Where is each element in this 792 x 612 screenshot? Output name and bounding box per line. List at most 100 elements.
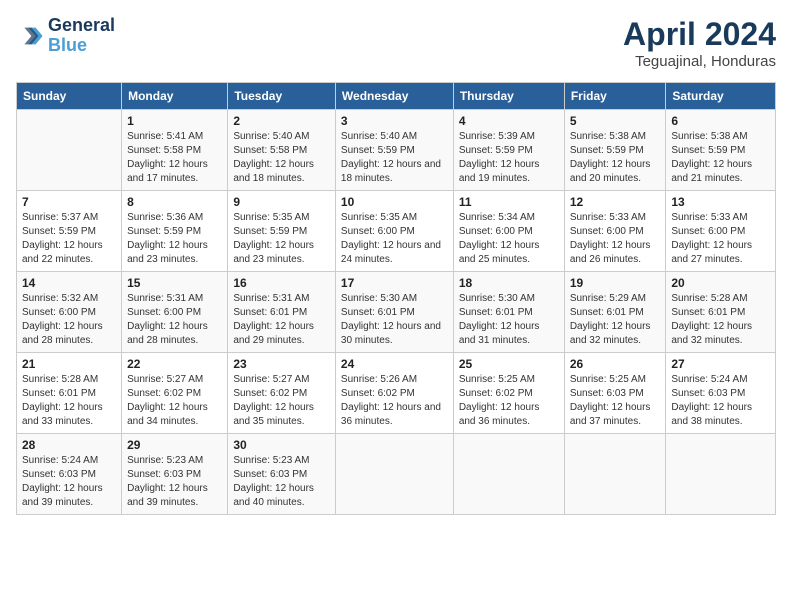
day-info: Sunrise: 5:23 AM Sunset: 6:03 PM Dayligh… [233, 454, 330, 510]
title-area: April 2024 Teguajinal, Honduras [623, 16, 776, 70]
calendar-cell: 14 Sunrise: 5:32 AM Sunset: 6:00 PM Dayli… [17, 272, 122, 353]
day-number: 15 [127, 276, 222, 290]
location-subtitle: Teguajinal, Honduras [623, 53, 776, 70]
weekday-header-wednesday: Wednesday [335, 83, 453, 110]
calendar-cell: 17 Sunrise: 5:30 AM Sunset: 6:01 PM Dayli… [335, 272, 453, 353]
day-info: Sunrise: 5:25 AM Sunset: 6:02 PM Dayligh… [459, 373, 559, 429]
day-info: Sunrise: 5:26 AM Sunset: 6:02 PM Dayligh… [341, 373, 448, 429]
day-info: Sunrise: 5:24 AM Sunset: 6:03 PM Dayligh… [22, 454, 116, 510]
logo-icon [16, 22, 44, 50]
calendar-cell: 19Sunrise: 5:29 AM Sunset: 6:01 PM Dayli… [564, 272, 666, 353]
day-number: 6 [671, 114, 770, 128]
calendar-cell [335, 434, 453, 515]
day-number: 16 [233, 276, 330, 290]
day-info: Sunrise: 5:27 AM Sunset: 6:02 PM Dayligh… [127, 373, 222, 429]
calendar-cell: 7 Sunrise: 5:37 AM Sunset: 5:59 PM Daylig… [17, 191, 122, 272]
calendar-cell: 9Sunrise: 5:35 AM Sunset: 5:59 PM Daylig… [228, 191, 336, 272]
day-number: 17 [341, 276, 448, 290]
weekday-header-monday: Monday [122, 83, 228, 110]
weekday-header-thursday: Thursday [453, 83, 564, 110]
calendar-cell: 22 Sunrise: 5:27 AM Sunset: 6:02 PM Dayli… [122, 353, 228, 434]
day-number: 10 [341, 195, 448, 209]
day-info: Sunrise: 5:39 AM Sunset: 5:59 PM Dayligh… [459, 130, 559, 186]
day-number: 8 [127, 195, 222, 209]
calendar-cell [666, 434, 776, 515]
day-number: 22 [127, 357, 222, 371]
day-number: 1 [127, 114, 222, 128]
calendar-cell: 8 Sunrise: 5:36 AM Sunset: 5:59 PM Daylig… [122, 191, 228, 272]
day-info: Sunrise: 5:33 AM Sunset: 6:00 PM Dayligh… [570, 211, 661, 267]
week-row-2: 7 Sunrise: 5:37 AM Sunset: 5:59 PM Daylig… [17, 191, 776, 272]
week-row-1: 1Sunrise: 5:41 AM Sunset: 5:58 PM Daylig… [17, 110, 776, 191]
day-number: 14 [22, 276, 116, 290]
day-number: 5 [570, 114, 661, 128]
calendar-table: SundayMondayTuesdayWednesdayThursdayFrid… [16, 82, 776, 515]
day-number: 9 [233, 195, 330, 209]
calendar-cell: 20Sunrise: 5:28 AM Sunset: 6:01 PM Dayli… [666, 272, 776, 353]
day-info: Sunrise: 5:23 AM Sunset: 6:03 PM Dayligh… [127, 454, 222, 510]
calendar-cell: 12 Sunrise: 5:33 AM Sunset: 6:00 PM Dayli… [564, 191, 666, 272]
day-info: Sunrise: 5:30 AM Sunset: 6:01 PM Dayligh… [459, 292, 559, 348]
day-info: Sunrise: 5:28 AM Sunset: 6:01 PM Dayligh… [22, 373, 116, 429]
day-info: Sunrise: 5:32 AM Sunset: 6:00 PM Dayligh… [22, 292, 116, 348]
day-number: 24 [341, 357, 448, 371]
calendar-cell: 25 Sunrise: 5:25 AM Sunset: 6:02 PM Dayli… [453, 353, 564, 434]
day-number: 30 [233, 438, 330, 452]
day-number: 27 [671, 357, 770, 371]
day-number: 2 [233, 114, 330, 128]
weekday-header-tuesday: Tuesday [228, 83, 336, 110]
weekday-header-friday: Friday [564, 83, 666, 110]
page-header: General Blue April 2024 Teguajinal, Hond… [16, 16, 776, 70]
day-info: Sunrise: 5:40 AM Sunset: 5:58 PM Dayligh… [233, 130, 330, 186]
day-info: Sunrise: 5:38 AM Sunset: 5:59 PM Dayligh… [671, 130, 770, 186]
calendar-cell [453, 434, 564, 515]
day-number: 12 [570, 195, 661, 209]
day-info: Sunrise: 5:38 AM Sunset: 5:59 PM Dayligh… [570, 130, 661, 186]
calendar-cell: 21 Sunrise: 5:28 AM Sunset: 6:01 PM Dayli… [17, 353, 122, 434]
calendar-cell [17, 110, 122, 191]
day-info: Sunrise: 5:35 AM Sunset: 6:00 PM Dayligh… [341, 211, 448, 267]
day-info: Sunrise: 5:24 AM Sunset: 6:03 PM Dayligh… [671, 373, 770, 429]
day-number: 29 [127, 438, 222, 452]
day-info: Sunrise: 5:31 AM Sunset: 6:01 PM Dayligh… [233, 292, 330, 348]
calendar-cell: 2 Sunrise: 5:40 AM Sunset: 5:58 PM Daylig… [228, 110, 336, 191]
calendar-cell: 18 Sunrise: 5:30 AM Sunset: 6:01 PM Dayli… [453, 272, 564, 353]
day-info: Sunrise: 5:31 AM Sunset: 6:00 PM Dayligh… [127, 292, 222, 348]
logo: General Blue [16, 16, 115, 56]
week-row-5: 28 Sunrise: 5:24 AM Sunset: 6:03 PM Dayli… [17, 434, 776, 515]
day-number: 23 [233, 357, 330, 371]
day-number: 25 [459, 357, 559, 371]
calendar-cell: 5 Sunrise: 5:38 AM Sunset: 5:59 PM Daylig… [564, 110, 666, 191]
day-number: 18 [459, 276, 559, 290]
day-info: Sunrise: 5:30 AM Sunset: 6:01 PM Dayligh… [341, 292, 448, 348]
day-number: 11 [459, 195, 559, 209]
calendar-cell: 6 Sunrise: 5:38 AM Sunset: 5:59 PM Daylig… [666, 110, 776, 191]
day-number: 13 [671, 195, 770, 209]
calendar-cell: 23Sunrise: 5:27 AM Sunset: 6:02 PM Dayli… [228, 353, 336, 434]
month-title: April 2024 [623, 16, 776, 53]
day-number: 7 [22, 195, 116, 209]
calendar-cell: 28 Sunrise: 5:24 AM Sunset: 6:03 PM Dayli… [17, 434, 122, 515]
day-info: Sunrise: 5:33 AM Sunset: 6:00 PM Dayligh… [671, 211, 770, 267]
day-info: Sunrise: 5:40 AM Sunset: 5:59 PM Dayligh… [341, 130, 448, 186]
calendar-cell: 30 Sunrise: 5:23 AM Sunset: 6:03 PM Dayli… [228, 434, 336, 515]
calendar-cell: 10 Sunrise: 5:35 AM Sunset: 6:00 PM Dayli… [335, 191, 453, 272]
calendar-cell: 4 Sunrise: 5:39 AM Sunset: 5:59 PM Daylig… [453, 110, 564, 191]
day-number: 4 [459, 114, 559, 128]
weekday-header-row: SundayMondayTuesdayWednesdayThursdayFrid… [17, 83, 776, 110]
day-info: Sunrise: 5:28 AM Sunset: 6:01 PM Dayligh… [671, 292, 770, 348]
weekday-header-saturday: Saturday [666, 83, 776, 110]
calendar-cell: 11Sunrise: 5:34 AM Sunset: 6:00 PM Dayli… [453, 191, 564, 272]
day-number: 21 [22, 357, 116, 371]
calendar-cell: 15 Sunrise: 5:31 AM Sunset: 6:00 PM Dayli… [122, 272, 228, 353]
day-number: 26 [570, 357, 661, 371]
day-info: Sunrise: 5:25 AM Sunset: 6:03 PM Dayligh… [570, 373, 661, 429]
weekday-header-sunday: Sunday [17, 83, 122, 110]
day-info: Sunrise: 5:36 AM Sunset: 5:59 PM Dayligh… [127, 211, 222, 267]
day-number: 19 [570, 276, 661, 290]
calendar-cell: 13 Sunrise: 5:33 AM Sunset: 6:00 PM Dayli… [666, 191, 776, 272]
day-number: 28 [22, 438, 116, 452]
calendar-cell: 29 Sunrise: 5:23 AM Sunset: 6:03 PM Dayli… [122, 434, 228, 515]
calendar-cell: 16 Sunrise: 5:31 AM Sunset: 6:01 PM Dayli… [228, 272, 336, 353]
day-info: Sunrise: 5:37 AM Sunset: 5:59 PM Dayligh… [22, 211, 116, 267]
